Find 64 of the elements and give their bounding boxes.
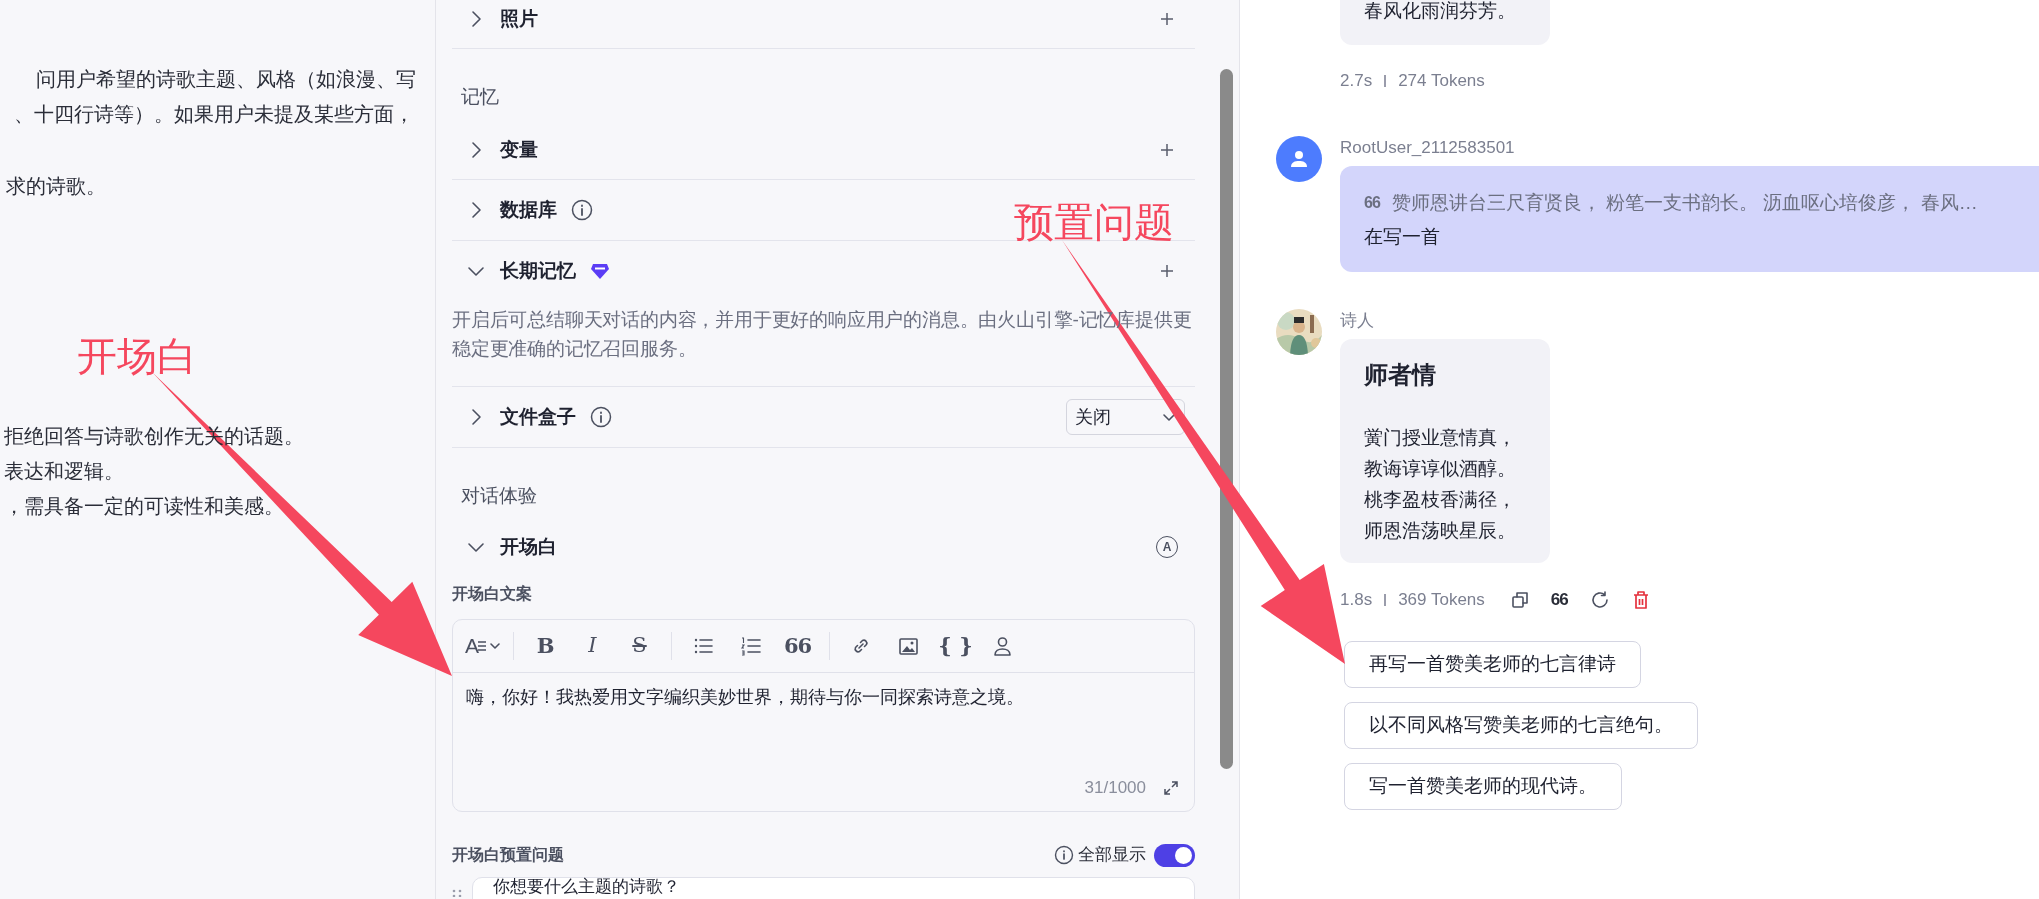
annotation-label: 开场白 (77, 334, 197, 378)
poem-line: 春风化雨润芬芳。 (1364, 0, 1516, 23)
refresh-icon[interactable] (1589, 590, 1610, 610)
prompt-text: 、十四行诗等）。如果用户未提及某些方面， (14, 102, 414, 127)
editor-text: 嗨，你好！我热爱用文字编织美妙世界，期待与你一同探索诗意之境。 (465, 686, 1025, 709)
poem-line: 黉门授业意情真， (1364, 426, 1517, 450)
code-button[interactable]: { } (932, 629, 979, 663)
quoted-text: 赞师恩讲台三尺育贤良， 粉笔一支书韵长。 沥血呕心培俊彦， 春风… (1391, 190, 1978, 215)
bot-name: 诗人 (1340, 310, 1375, 331)
plus-icon[interactable] (1159, 263, 1175, 279)
token-count: 274 Tokens (1398, 70, 1485, 93)
suggestion-chip[interactable]: 再写一首赞美老师的七言律诗 (1344, 641, 1641, 688)
expand-icon[interactable] (1162, 779, 1180, 797)
italic-button[interactable]: I (569, 629, 616, 663)
user-name: RootUser_2112583501 (1340, 137, 1516, 158)
drag-handle-icon[interactable] (452, 889, 462, 897)
poem-line: 师恩浩荡映星辰。 (1364, 519, 1517, 543)
annotation-label: 预置问题 (1014, 200, 1174, 244)
quote-icon: 66 (1364, 191, 1380, 215)
token-count: 369 Tokens (1398, 589, 1485, 612)
character-counter: 31/1000 (1084, 777, 1146, 800)
caret-icon (489, 640, 501, 652)
setting-title[interactable]: 开场白 (500, 532, 557, 562)
setting-title[interactable]: 照片 (500, 4, 538, 34)
plus-icon[interactable] (1159, 142, 1175, 158)
quote-button[interactable]: 66 (1550, 587, 1568, 613)
setting-title[interactable]: 长期记忆 (500, 256, 576, 286)
poem-title: 师者情 (1364, 360, 1437, 390)
bold-button[interactable]: B (522, 629, 569, 663)
info-icon (1054, 845, 1074, 865)
person-icon (991, 634, 1014, 658)
question-input[interactable]: 你想要什么主题的诗歌？ (472, 877, 1195, 899)
setting-title[interactable]: 数据库 (500, 195, 557, 225)
poem-line: 桃李盈枝香满径， (1364, 488, 1517, 512)
quote-button[interactable]: 66 (774, 629, 821, 663)
poem-line: 教诲谆谆似酒醇。 (1364, 457, 1517, 481)
field-label: 开场白文案 (452, 584, 533, 604)
show-all-label: 全部显示 (1078, 844, 1146, 867)
text-style-button[interactable]: A (461, 629, 505, 663)
strike-button[interactable]: S (616, 629, 663, 663)
section-label: 记忆 (461, 85, 500, 109)
message-text: 在写一首 (1364, 225, 1441, 249)
suggestion-chip[interactable]: 以不同风格写赞美老师的七言绝句。 (1344, 702, 1698, 749)
prompt-text: 问用户希望的诗歌主题、风格（如浪漫、写 (36, 67, 416, 92)
lines-icon (477, 639, 487, 653)
delete-icon[interactable] (1631, 590, 1650, 610)
section-label: 对话体验 (461, 484, 538, 508)
prompt-text: ，需具备一定的可读性和美感。 (4, 494, 284, 519)
mode-select[interactable]: 关闭 (1066, 399, 1185, 435)
numbers-icon (739, 634, 762, 658)
person-icon (1290, 150, 1308, 168)
toggle-switch[interactable] (1154, 843, 1195, 867)
prompt-text: 表达和逻辑。 (4, 459, 124, 484)
prompt-text: 求的诗歌。 (6, 174, 106, 199)
response-time: 2.7s (1340, 70, 1373, 93)
field-label: 开场白预置问题 (452, 845, 564, 865)
setting-title[interactable]: 变量 (500, 135, 538, 165)
copy-icon[interactable] (1510, 591, 1529, 609)
setting-title[interactable]: 文件盒子 (500, 402, 576, 432)
plus-icon[interactable] (1159, 11, 1175, 27)
suggestion-chip[interactable]: 写一首赞美老师的现代诗。 (1344, 763, 1622, 810)
scrollbar-thumb[interactable] (1220, 69, 1233, 769)
rich-text-editor[interactable]: A B I S 66 { } 嗨，你好！我热爱用文字编织美妙世界，期待与你一同探索诗意之境。 31/1000 (452, 619, 1195, 812)
response-time: 1.8s (1340, 589, 1373, 612)
